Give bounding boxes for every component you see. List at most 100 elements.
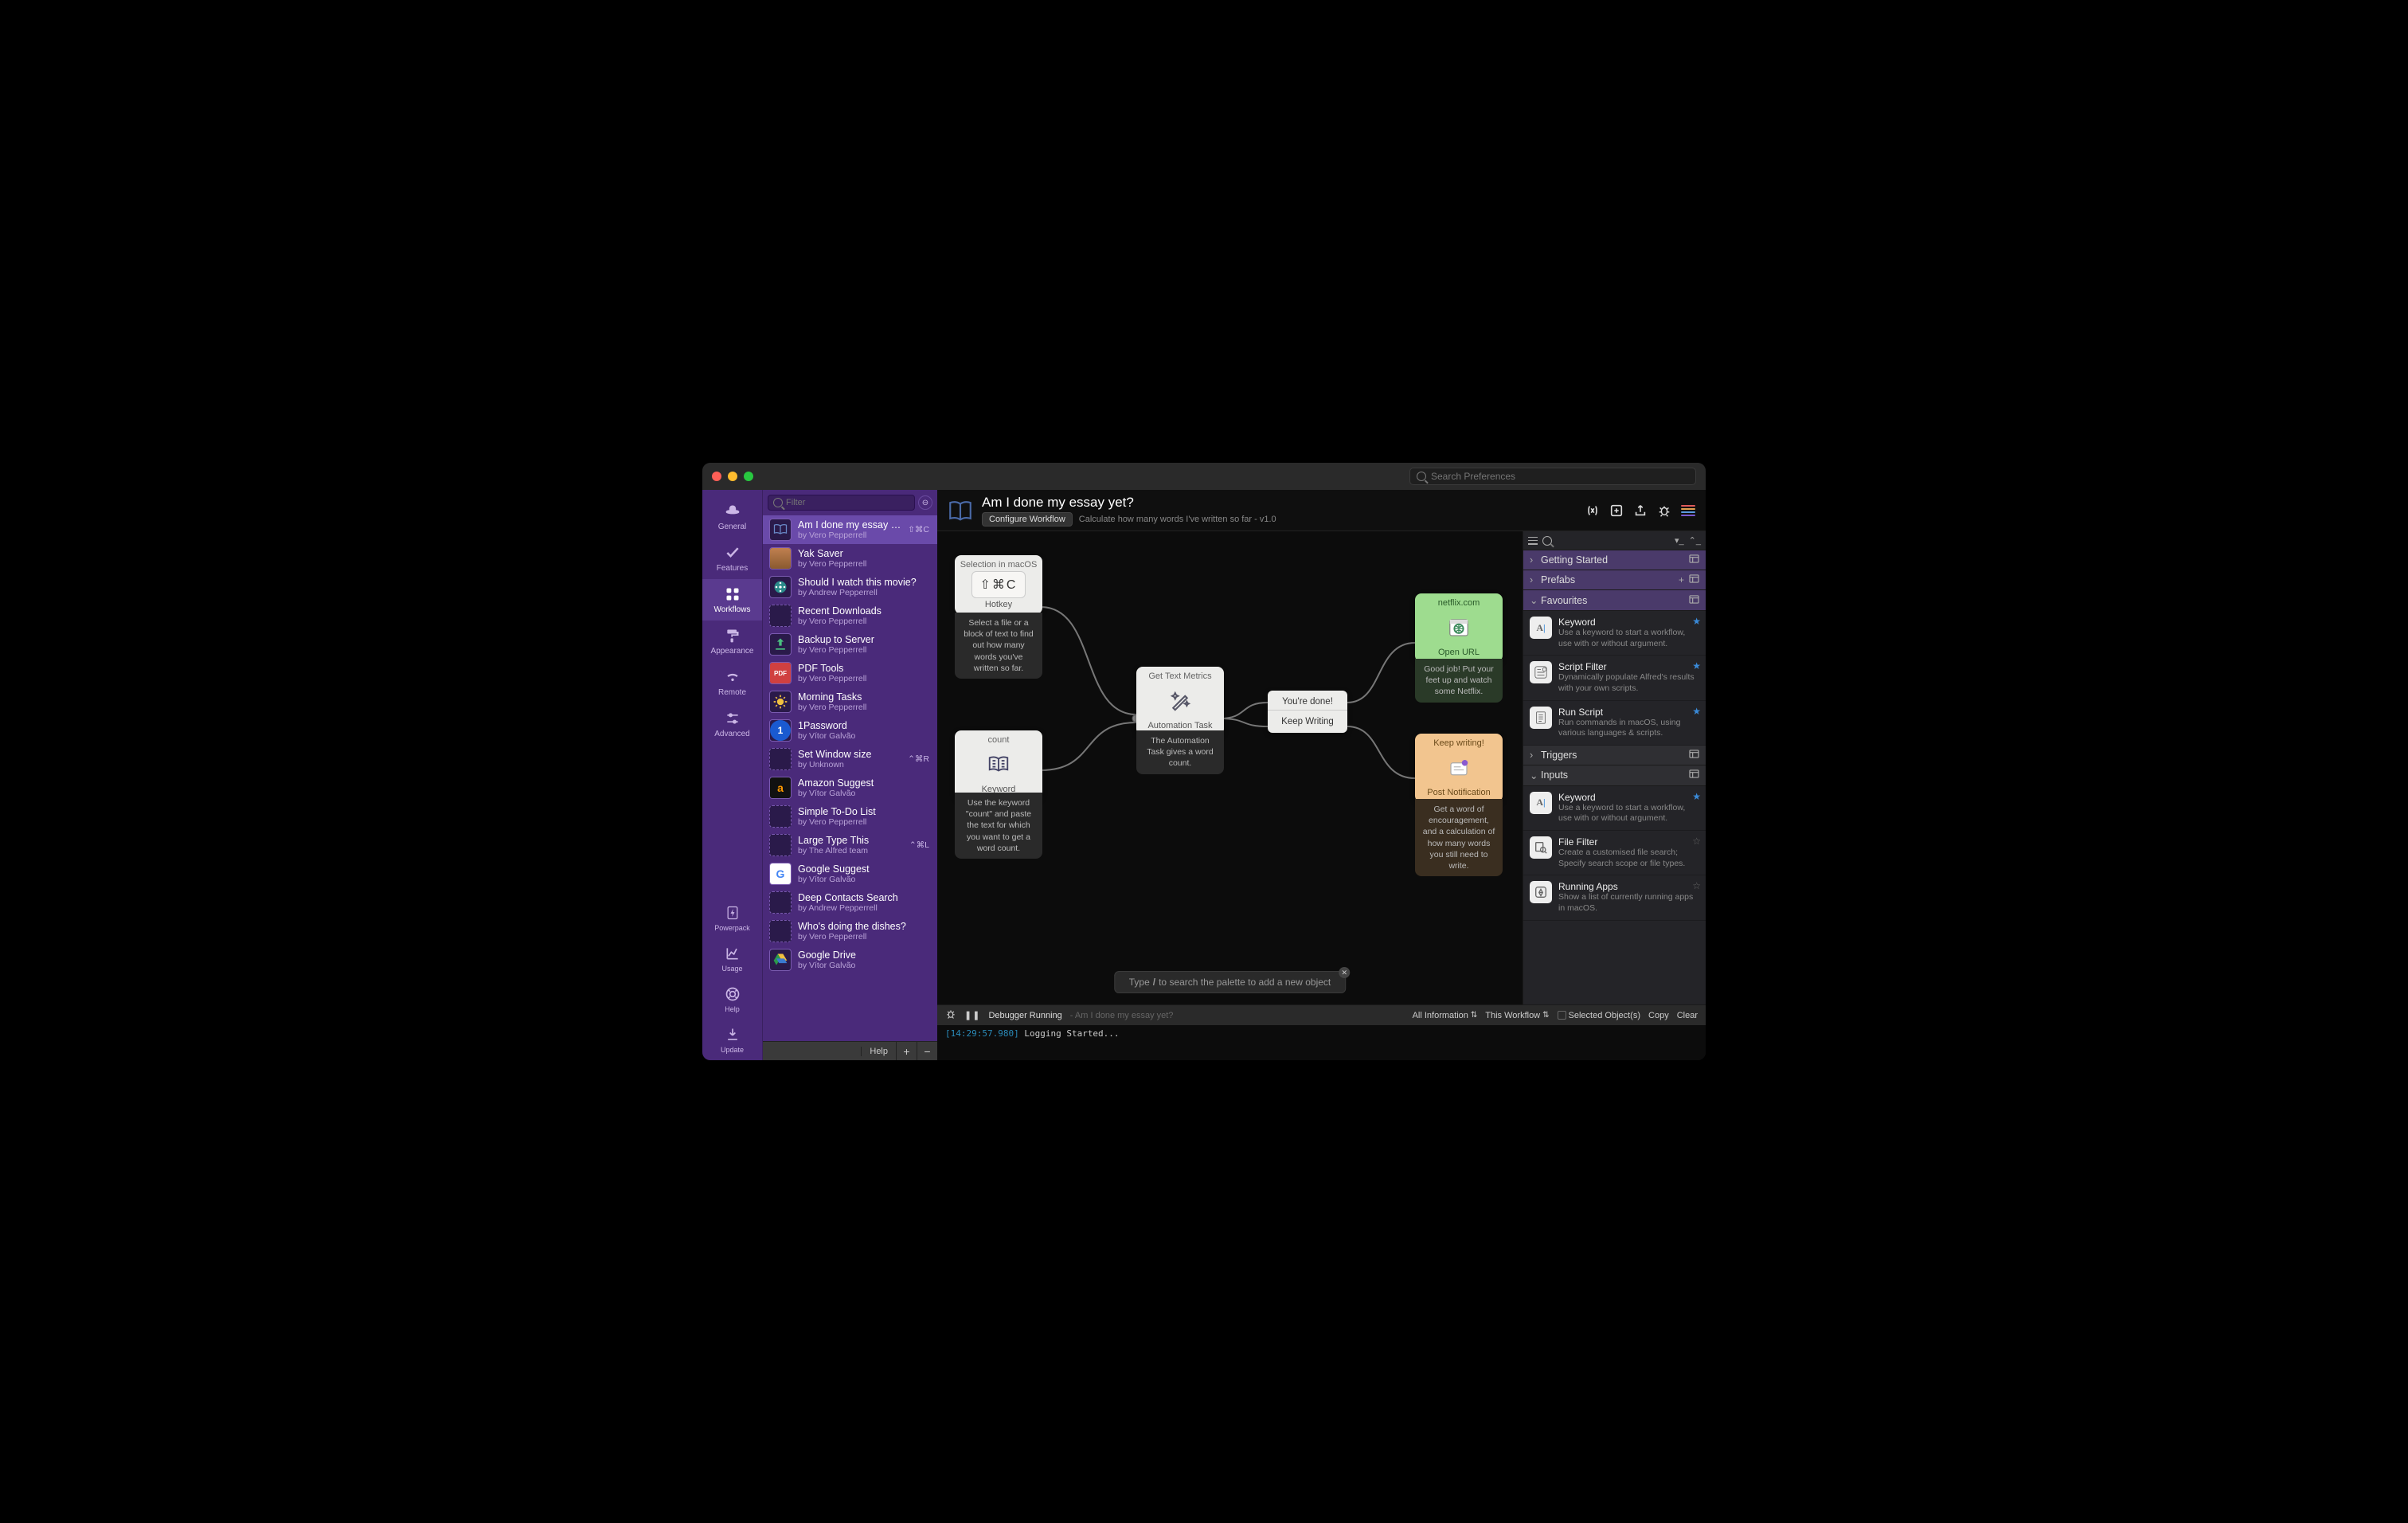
workflow-list-item[interactable]: Am I done my essay yet?by Vero Pepperrel… [763, 515, 937, 544]
nav-workflows[interactable]: Workflows [702, 579, 762, 621]
node-open-url[interactable]: netflix.com Open URL [1415, 593, 1503, 662]
filter-options-button[interactable]: ⊖ [918, 495, 932, 510]
favourite-star-icon[interactable]: ☆ [1692, 880, 1701, 891]
debugger-bar: ❚❚ Debugger Running - Am I done my essay… [937, 1004, 1706, 1025]
debug-button[interactable] [1656, 503, 1672, 519]
workflow-list-item[interactable]: 11Passwordby Vítor Galvão [763, 716, 937, 745]
workflow-list-item[interactable]: aAmazon Suggestby Vítor Galvão [763, 773, 937, 802]
palette-item[interactable]: A|KeywordUse a keyword to start a workfl… [1523, 786, 1706, 831]
palette-item-icon: A| [1530, 792, 1552, 814]
nav-appearance[interactable]: Appearance [702, 621, 762, 662]
workflow-list-item[interactable]: Who's doing the dishes?by Vero Pepperrel… [763, 917, 937, 946]
nav-help[interactable]: Help [702, 979, 762, 1020]
add-workflow-button[interactable]: + [896, 1042, 917, 1061]
nav-advanced[interactable]: Advanced [702, 703, 762, 745]
palette-item-description: Use a keyword to start a workflow, use w… [1558, 628, 1699, 649]
nav-remote[interactable]: Remote [702, 662, 762, 703]
node-conditional[interactable]: You're done! Keep Writing [1268, 691, 1347, 733]
search-preferences-field[interactable] [1409, 468, 1696, 485]
palette-section-getting[interactable]: ›Getting Started [1523, 550, 1706, 570]
workflow-list-item[interactable]: Backup to Serverby Vero Pepperrell [763, 630, 937, 659]
node-post-notification[interactable]: Keep writing! Post Notification [1415, 734, 1503, 802]
palette-item-title: Keyword [1558, 617, 1699, 628]
workflow-list-item[interactable]: Should I watch this movie?by Andrew Pepp… [763, 573, 937, 601]
section-layout-button[interactable] [1689, 554, 1699, 566]
section-layout-button[interactable] [1689, 595, 1699, 606]
configure-workflow-button[interactable]: Configure Workflow [982, 512, 1073, 527]
workflow-list-item[interactable]: Yak Saverby Vero Pepperrell [763, 544, 937, 573]
workflow-list-item[interactable]: PDFPDF Toolsby Vero Pepperrell [763, 659, 937, 687]
collapse-button[interactable]: ⌃_ [1689, 535, 1701, 546]
section-layout-button[interactable] [1689, 574, 1699, 585]
share-button[interactable] [1632, 503, 1648, 519]
node-automation-task[interactable]: Get Text Metrics Automation Task [1136, 667, 1224, 735]
paint-roller-icon [722, 627, 743, 644]
clear-log-button[interactable]: Clear [1677, 1011, 1698, 1020]
palette-toggle-button[interactable] [1680, 503, 1696, 519]
palette-item[interactable]: Run ScriptRun commands in macOS, using v… [1523, 701, 1706, 746]
list-view-icon[interactable] [1528, 537, 1538, 545]
workflow-title: Amazon Suggest [798, 777, 931, 789]
node-keyword[interactable]: count Keyword [955, 730, 1042, 799]
section-layout-button[interactable] [1689, 769, 1699, 781]
nav-features[interactable]: Features [702, 538, 762, 579]
workflow-author: by Andrew Pepperrell [798, 903, 931, 913]
minimize-window-button[interactable] [728, 472, 737, 481]
close-icon[interactable]: ✕ [1339, 967, 1350, 978]
palette-item[interactable]: A|KeywordUse a keyword to start a workfl… [1523, 611, 1706, 656]
selected-objects-toggle[interactable]: Selected Object(s) [1558, 1011, 1640, 1020]
nav-usage[interactable]: Usage [702, 938, 762, 979]
palette-section-inputs[interactable]: ⌄Inputs [1523, 765, 1706, 786]
help-button[interactable]: Help [861, 1047, 896, 1056]
palette-section-favourites[interactable]: ⌄Favourites [1523, 590, 1706, 611]
search-icon[interactable] [1542, 536, 1552, 546]
palette-item[interactable]: File FilterCreate a customised file sear… [1523, 831, 1706, 875]
workflow-filter-field[interactable] [768, 495, 915, 511]
favourite-star-icon[interactable]: ☆ [1692, 836, 1701, 847]
workflow-list-item[interactable]: Set Window sizeby Unknown⌃⌘R [763, 745, 937, 773]
palette-item[interactable]: Running AppsShow a list of currently run… [1523, 875, 1706, 920]
search-preferences-input[interactable] [1431, 471, 1689, 482]
workflow-list-item[interactable]: Deep Contacts Searchby Andrew Pepperrell [763, 888, 937, 917]
favourite-star-icon[interactable]: ★ [1692, 706, 1701, 717]
favourite-star-icon[interactable]: ★ [1692, 791, 1701, 802]
add-prefab-button[interactable]: + [1679, 574, 1684, 585]
palette-section-triggers[interactable]: ›Triggers [1523, 746, 1706, 765]
workflow-list-item[interactable]: GGoogle Suggestby Vítor Galvão [763, 859, 937, 888]
nav-general[interactable]: General [702, 496, 762, 538]
remove-workflow-button[interactable]: − [917, 1042, 937, 1061]
nav-powerpack[interactable]: Powerpack [702, 898, 762, 938]
workflow-list-item[interactable]: Recent Downloadsby Vero Pepperrell [763, 601, 937, 630]
log-scope-select[interactable]: This Workflow⇅ [1485, 1011, 1549, 1020]
section-layout-button[interactable] [1689, 750, 1699, 761]
workflow-icon [947, 497, 974, 524]
log-level-select[interactable]: All Information⇅ [1413, 1011, 1478, 1020]
sort-button[interactable]: ▾_ [1675, 535, 1684, 546]
close-window-button[interactable] [712, 472, 721, 481]
variables-button[interactable] [1585, 503, 1601, 519]
palette-section-prefabs[interactable]: ›Prefabs+ [1523, 570, 1706, 590]
palette-item-description: Dynamically populate Alfred's results wi… [1558, 672, 1699, 694]
add-object-button[interactable] [1609, 503, 1624, 519]
workflow-author: by Vero Pepperrell [798, 531, 901, 540]
grid-icon [722, 585, 743, 603]
debugger-log[interactable]: [14:29:57.980] Logging Started... [937, 1025, 1706, 1060]
workflow-filter-input[interactable] [786, 498, 909, 507]
workflow-list[interactable]: Am I done my essay yet?by Vero Pepperrel… [763, 515, 937, 1041]
section-label: Triggers [1541, 750, 1577, 761]
workflow-list-item[interactable]: Simple To-Do Listby Vero Pepperrell [763, 802, 937, 831]
pause-button[interactable]: ❚❚ [964, 1010, 980, 1020]
workflow-canvas[interactable]: Selection in macOS ⇧⌘C Hotkey Select a f… [937, 531, 1523, 1004]
palette-search-prompt[interactable]: Type / to search the palette to add a ne… [1114, 971, 1347, 993]
nav-update[interactable]: Update [702, 1020, 762, 1060]
node-hotkey[interactable]: Selection in macOS ⇧⌘C Hotkey [955, 555, 1042, 614]
workflow-list-item[interactable]: Large Type Thisby The Alfred team⌃⌘L [763, 831, 937, 859]
palette-item[interactable]: Script FilterDynamically populate Alfred… [1523, 656, 1706, 700]
copy-log-button[interactable]: Copy [1648, 1011, 1669, 1020]
favourite-star-icon[interactable]: ★ [1692, 660, 1701, 671]
workflow-list-item[interactable]: Google Driveby Vítor Galvão [763, 946, 937, 974]
bug-icon[interactable] [945, 1008, 956, 1022]
zoom-window-button[interactable] [744, 472, 753, 481]
favourite-star-icon[interactable]: ★ [1692, 616, 1701, 627]
workflow-list-item[interactable]: Morning Tasksby Vero Pepperrell [763, 687, 937, 716]
